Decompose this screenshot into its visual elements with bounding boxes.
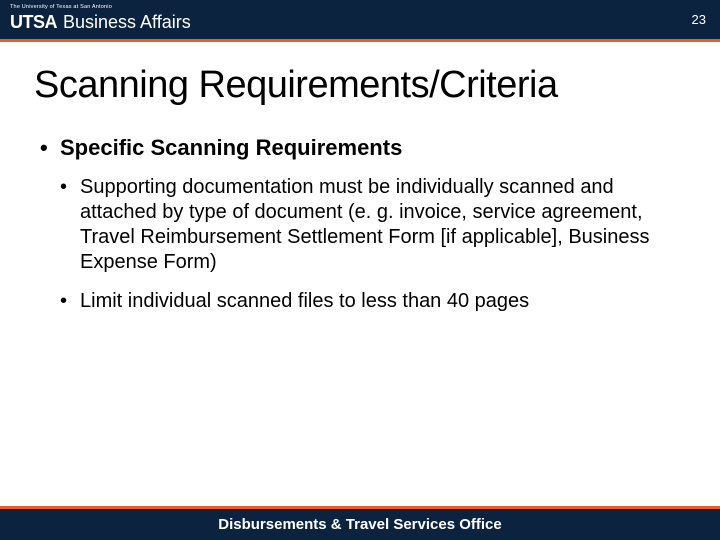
brand-tagline: The University of Texas at San Antonio [10,4,112,10]
page-number: 23 [692,12,706,27]
slide-title: Scanning Requirements/Criteria [0,42,720,117]
bullet-item: Limit individual scanned files to less t… [60,289,670,314]
header-bar: The University of Texas at San Antonio U… [0,0,720,42]
slide-content: Specific Scanning Requirements Supportin… [0,117,720,314]
footer-text: Disbursements & Travel Services Office [218,516,501,533]
brand-department: Business Affairs [63,12,191,33]
brand-logo: UTSA [10,12,57,33]
brand-block: The University of Texas at San Antonio U… [10,6,191,33]
footer-bar: Disbursements & Travel Services Office [0,506,720,540]
section-heading-text: Specific Scanning Requirements [60,135,402,160]
section-heading: Specific Scanning Requirements Supportin… [40,135,670,314]
bullet-item: Supporting documentation must be individ… [60,175,670,275]
